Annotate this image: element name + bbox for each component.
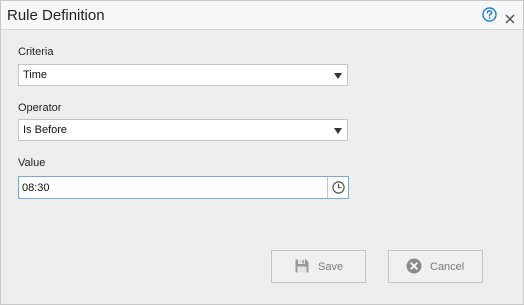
save-button-label: Save [318,261,344,273]
operator-select-value: Is Before [23,124,68,136]
floppy-disk-icon [294,258,310,274]
value-input[interactable] [19,177,327,198]
value-label: Value [18,157,46,169]
dialog-title: Rule Definition [7,7,105,24]
clock-icon[interactable] [327,177,348,198]
chevron-down-icon [334,128,342,134]
cancel-button-label: Cancel [430,261,465,273]
dialog-titlebar: Rule Definition [1,1,523,30]
criteria-select[interactable]: Time [18,64,348,86]
help-icon[interactable] [482,7,497,22]
rule-definition-dialog: Rule Definition Criteria Time Operator I… [0,0,524,305]
operator-label: Operator [18,102,62,114]
criteria-select-value: Time [23,69,48,81]
chevron-down-icon [334,73,342,79]
save-button[interactable]: Save [271,250,366,283]
criteria-label: Criteria [18,46,54,58]
value-time-field [18,176,349,199]
operator-select[interactable]: Is Before [18,119,348,141]
x-circle-icon [406,258,422,274]
close-icon[interactable] [505,11,515,24]
cancel-button[interactable]: Cancel [388,250,483,283]
